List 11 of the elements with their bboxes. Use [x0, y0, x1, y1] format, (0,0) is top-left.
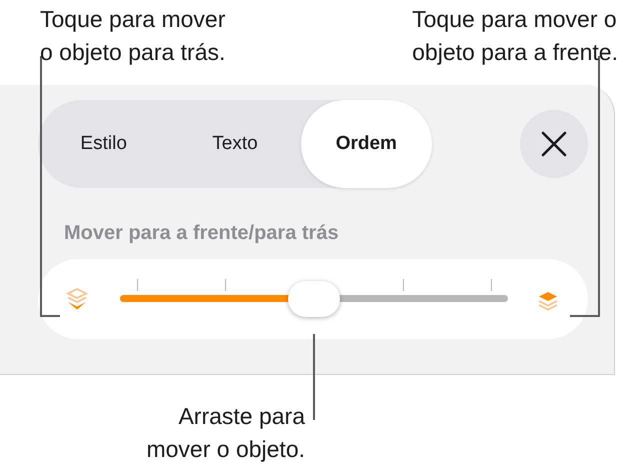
section-label: Mover para a frente/para trás	[63, 222, 340, 245]
tab[interactable]: Ordem	[300, 100, 432, 188]
tab[interactable]: Texto	[169, 100, 301, 188]
callout-text: Toque para mover o objeto para a frente.	[412, 5, 618, 67]
callout-text: Arraste para mover o objeto.	[146, 402, 305, 464]
close-icon	[541, 131, 567, 157]
callout-text: Toque para mover o objeto para trás.	[40, 5, 226, 67]
tab[interactable]: Estilo	[38, 100, 170, 188]
slider-thumb[interactable]	[288, 281, 340, 317]
send-backward-icon[interactable]	[65, 287, 89, 311]
slider[interactable]	[120, 280, 508, 318]
